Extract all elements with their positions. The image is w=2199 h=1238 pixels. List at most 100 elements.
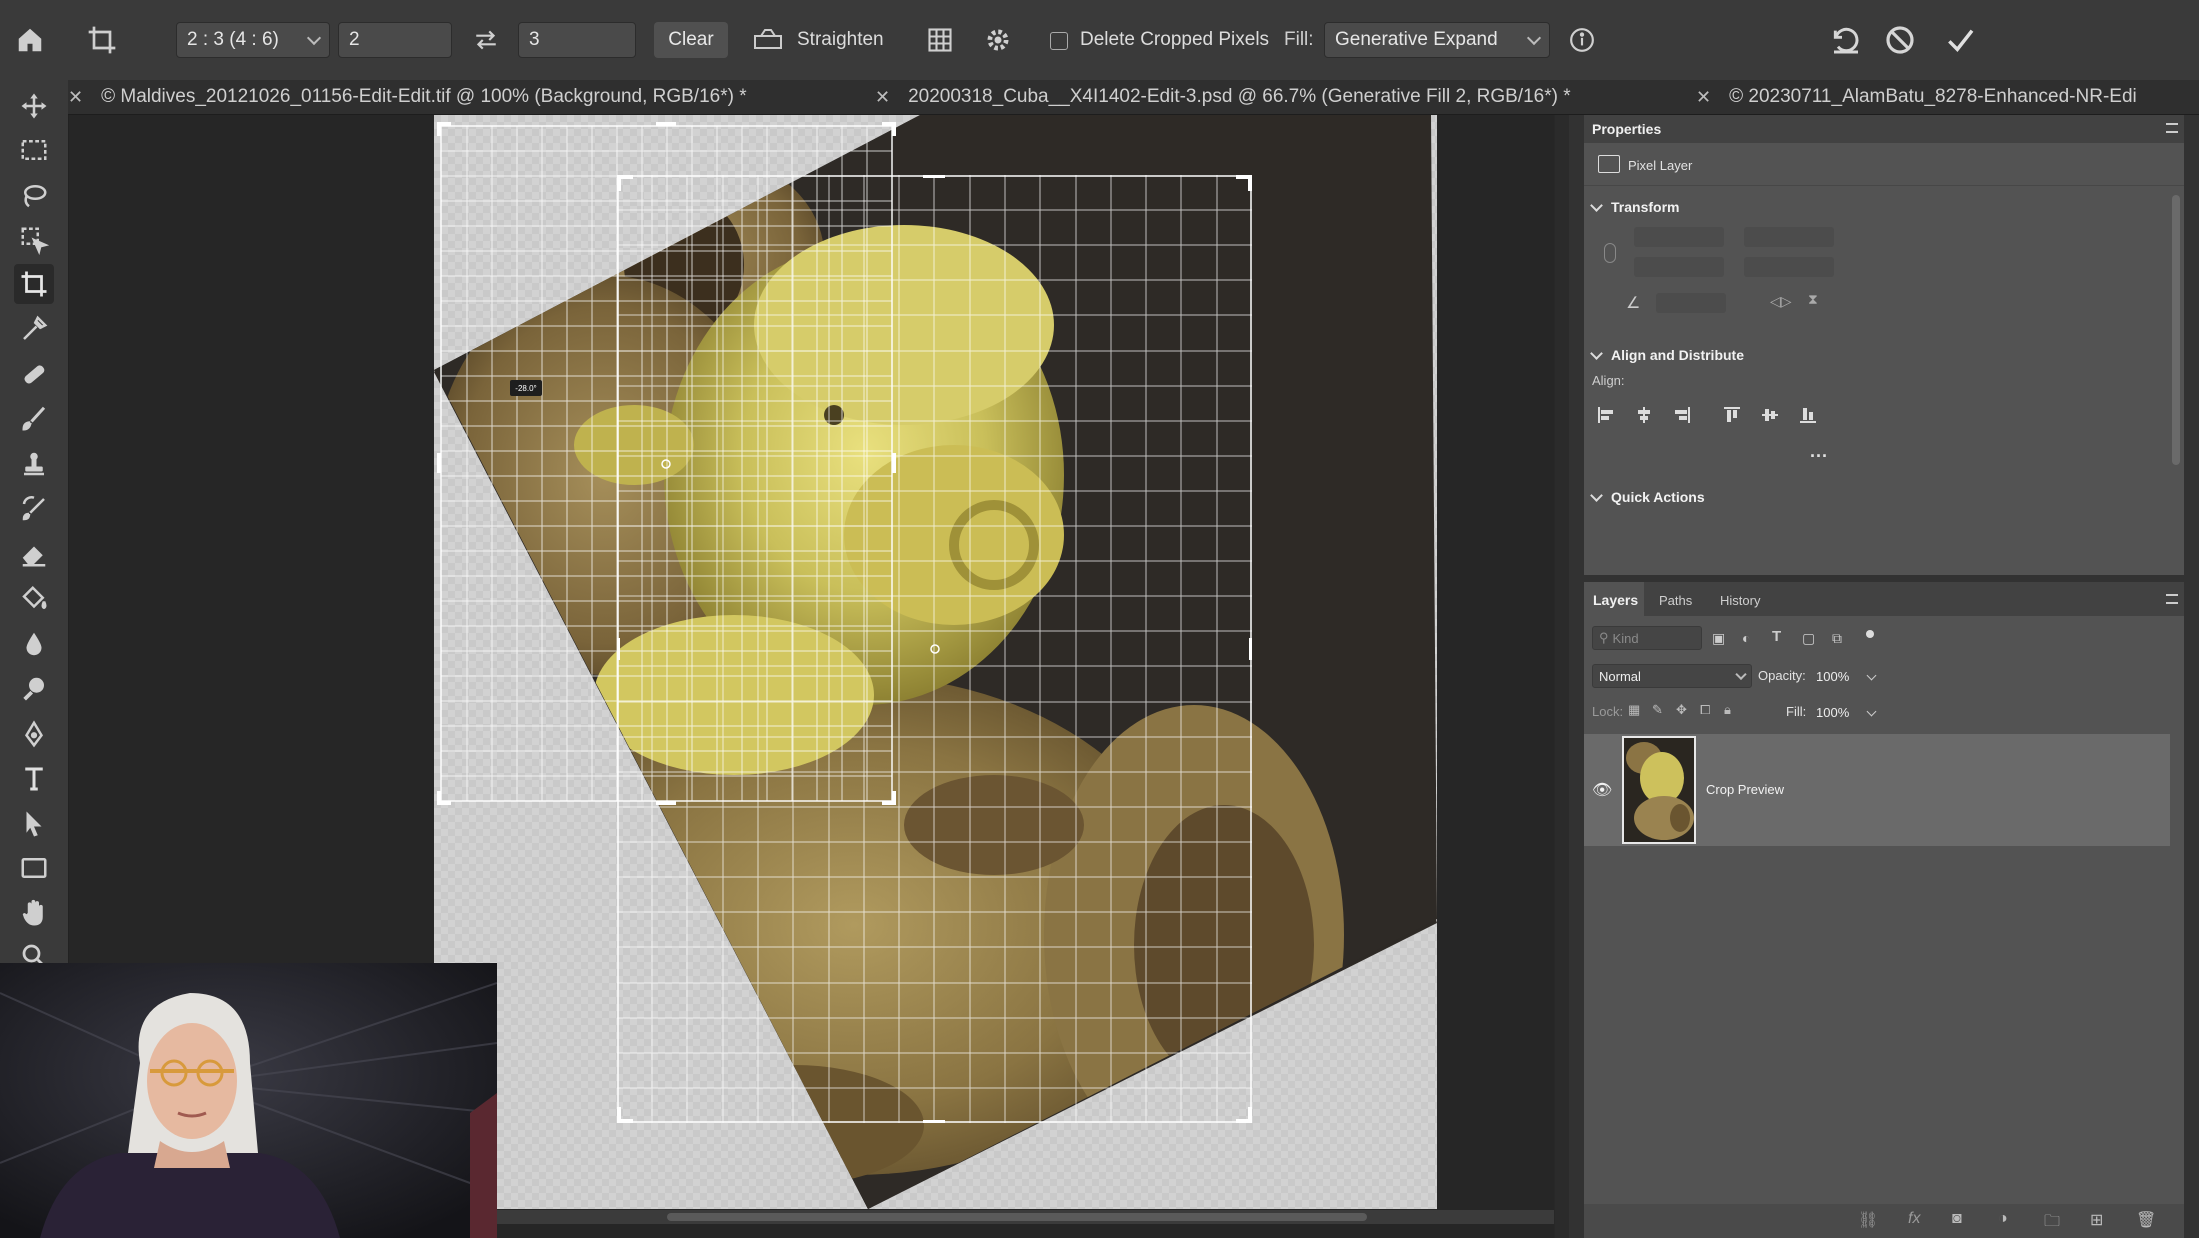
panel-menu-icon[interactable]	[2166, 123, 2178, 133]
width-field[interactable]	[1634, 227, 1724, 247]
align-left-icon[interactable]	[1596, 405, 1616, 425]
align-bottom-icon[interactable]	[1798, 405, 1818, 425]
clear-button[interactable]: Clear	[654, 22, 728, 58]
history-brush-tool-icon[interactable]	[14, 489, 54, 529]
tab-history[interactable]: History	[1720, 593, 1760, 608]
crop-tool-button-icon[interactable]	[14, 264, 54, 304]
filter-shape-icon[interactable]: ▢	[1802, 630, 1815, 647]
lock-position-icon[interactable]: ✥	[1676, 702, 1687, 718]
transform-section[interactable]: Transform	[1590, 198, 1679, 215]
delete-cropped-checkbox[interactable]	[1050, 32, 1068, 50]
layer-name[interactable]: Crop Preview	[1706, 782, 1784, 797]
reset-icon[interactable]	[1826, 20, 1866, 60]
mask-icon[interactable]: ◙	[1952, 1210, 1962, 1228]
align-distribute-section[interactable]: Align and Distribute	[1590, 346, 1744, 363]
layer-row[interactable]: 👁︎ Crop Preview	[1584, 734, 2170, 846]
doc-tab-alambatu[interactable]: ✕ © 20230711_AlamBatu_8278-Enhanced-NR-Ed…	[1696, 80, 2137, 114]
blur-tool-icon[interactable]	[14, 624, 54, 664]
lock-artboard-icon[interactable]: ⧠	[1700, 702, 1710, 718]
filter-adjustment-icon[interactable]: ◐	[1742, 630, 1750, 646]
object-select-tool-icon[interactable]	[14, 220, 54, 260]
panel-menu-icon[interactable]	[2166, 594, 2178, 604]
vertical-scrollbar[interactable]	[1555, 115, 1569, 1238]
adjustment-layer-icon[interactable]: ◑	[1998, 1210, 2008, 1228]
stamp-tool-icon[interactable]	[14, 444, 54, 484]
filter-type-icon[interactable]: T	[1772, 628, 1781, 645]
type-tool-icon[interactable]	[14, 759, 54, 799]
rectangle-tool-icon[interactable]	[14, 848, 54, 888]
close-icon[interactable]: ✕	[875, 87, 890, 108]
x-field[interactable]	[1744, 227, 1834, 247]
eraser-tool-icon[interactable]	[14, 534, 54, 574]
trash-icon[interactable]: 🗑︎	[2136, 1210, 2156, 1230]
group-folder-icon[interactable]: 🗀︎	[2044, 1210, 2060, 1237]
lock-pixels-icon[interactable]: ✎	[1652, 702, 1663, 718]
straighten-label[interactable]: Straighten	[797, 22, 884, 58]
commit-check-icon[interactable]	[1940, 20, 1980, 60]
healing-brush-tool-icon[interactable]	[14, 354, 54, 394]
flip-horizontal-icon[interactable]: ◁▷	[1770, 293, 1792, 310]
marquee-tool-icon[interactable]	[14, 130, 54, 170]
lock-all-icon[interactable]: 🔒︎	[1724, 702, 1731, 718]
link-icon[interactable]	[1604, 243, 1616, 263]
straighten-icon[interactable]	[750, 24, 786, 56]
doc-tab-maldives[interactable]: ✕ © Maldives_20121026_01156-Edit-Edit.tif…	[68, 80, 747, 114]
opacity-field[interactable]: 100%	[1810, 664, 1858, 688]
fill-field[interactable]: 100%	[1810, 700, 1858, 724]
brush-tool-icon[interactable]	[14, 399, 54, 439]
paint-bucket-tool-icon[interactable]	[14, 579, 54, 619]
ratio-height-input[interactable]: 3	[518, 22, 636, 58]
dodge-tool-icon[interactable]	[14, 669, 54, 709]
fx-icon[interactable]: fx	[1908, 1210, 1920, 1228]
horizontal-scrollbar[interactable]	[497, 1210, 1554, 1224]
blend-mode-select[interactable]: Normal	[1592, 664, 1752, 688]
filter-pixel-icon[interactable]: ▣	[1712, 630, 1725, 647]
tab-paths[interactable]: Paths	[1659, 593, 1692, 608]
ratio-width-input[interactable]: 2	[338, 22, 452, 58]
height-field[interactable]	[1634, 257, 1724, 277]
ratio-preset-select[interactable]: 2 : 3 (4 : 6)	[176, 22, 330, 58]
swap-icon[interactable]	[468, 22, 504, 58]
layer-filter-kind[interactable]: ⚲ Kind	[1592, 626, 1702, 650]
filter-toggle-icon[interactable]	[1866, 630, 1874, 638]
overlay-grid-icon[interactable]	[922, 22, 958, 58]
close-icon[interactable]: ✕	[68, 87, 83, 108]
align-right-icon[interactable]	[1672, 405, 1692, 425]
move-tool-icon[interactable]	[14, 86, 54, 126]
angle-icon: ∠	[1626, 295, 1641, 312]
align-top-icon[interactable]	[1722, 405, 1742, 425]
fill-chevron-icon[interactable]	[1866, 706, 1877, 717]
pen-tool-icon[interactable]	[14, 714, 54, 754]
info-icon[interactable]	[1566, 24, 1598, 56]
home-icon[interactable]	[12, 22, 48, 58]
lasso-tool-icon[interactable]	[14, 175, 54, 215]
scroll-thumb[interactable]	[667, 1213, 1367, 1221]
lock-transparent-icon[interactable]: ▦	[1628, 702, 1640, 718]
flip-vertical-icon[interactable]: ⧗	[1808, 291, 1818, 308]
link-layers-icon[interactable]: ⛓︎	[1858, 1210, 1878, 1230]
properties-header	[1584, 115, 2184, 143]
layer-kind-label: Pixel Layer	[1628, 158, 1693, 173]
filter-smart-object-icon[interactable]: ⧉	[1832, 630, 1842, 647]
more-options-icon[interactable]: ...	[1810, 441, 1828, 462]
close-icon[interactable]: ✕	[1696, 87, 1711, 108]
properties-scrollbar[interactable]	[2172, 195, 2180, 465]
angle-field[interactable]	[1656, 293, 1726, 313]
eyedropper-tool-icon[interactable]	[14, 309, 54, 349]
cancel-icon[interactable]	[1880, 20, 1920, 60]
fill-select[interactable]: Generative Expand	[1324, 22, 1550, 58]
hand-tool-icon[interactable]	[14, 893, 54, 933]
properties-title: Properties	[1592, 121, 1662, 137]
tab-layers[interactable]: Layers	[1593, 592, 1638, 608]
opacity-chevron-icon[interactable]	[1866, 670, 1877, 681]
visibility-eye-icon[interactable]: 👁︎	[1592, 780, 1612, 800]
path-select-tool-icon[interactable]	[14, 804, 54, 844]
new-layer-icon[interactable]: ⊞	[2090, 1210, 2103, 1230]
gear-icon[interactable]	[980, 22, 1016, 58]
align-center-h-icon[interactable]	[1634, 405, 1654, 425]
doc-tab-cuba[interactable]: ✕ 20200318_Cuba__X4I1402-Edit-3.psd @ 66.…	[875, 80, 1571, 114]
quick-actions-section[interactable]: Quick Actions	[1590, 488, 1705, 505]
y-field[interactable]	[1744, 257, 1834, 277]
crop-tool-icon[interactable]	[82, 20, 122, 60]
align-middle-v-icon[interactable]	[1760, 405, 1780, 425]
